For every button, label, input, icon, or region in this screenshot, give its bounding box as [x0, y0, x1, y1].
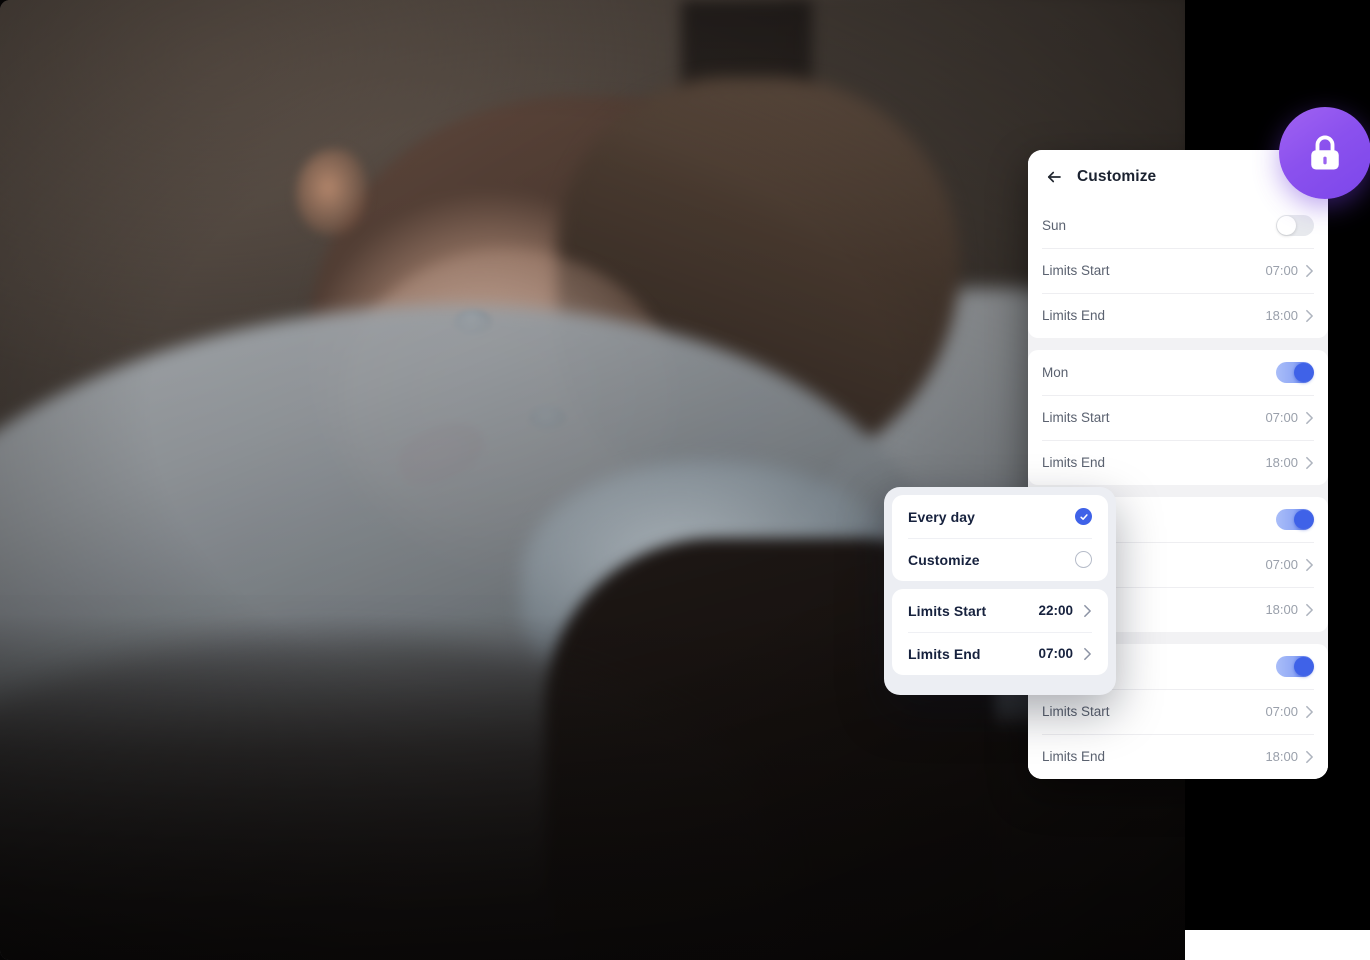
background-photo: [0, 0, 1185, 960]
back-arrow-icon[interactable]: [1045, 168, 1063, 186]
limits-end-value: 18:00: [1265, 455, 1298, 470]
limits-start-label: Limits Start: [1042, 704, 1110, 719]
chevron-right-icon: [1083, 604, 1092, 618]
chevron-right-icon: [1305, 558, 1314, 572]
option-customize-label: Customize: [908, 551, 980, 568]
day-label: Mon: [1042, 365, 1069, 380]
limits-end-label: Limits End: [1042, 455, 1106, 470]
chevron-right-icon: [1305, 456, 1314, 470]
day-toggle-row[interactable]: Sun: [1028, 203, 1328, 248]
limits-start-right: 07:00: [1265, 410, 1314, 425]
chevron-right-icon: [1305, 264, 1314, 278]
day-toggle-switch[interactable]: [1276, 215, 1314, 236]
limits-end-right: 18:00: [1265, 308, 1314, 323]
chevron-right-icon: [1305, 705, 1314, 719]
screenshot-stage: Customize Sun Limits Start 07:00 Limits …: [0, 0, 1370, 960]
chevron-right-icon: [1083, 647, 1092, 661]
day-group-mon: Mon Limits Start 07:00 Limits End 18:00: [1028, 350, 1328, 485]
day-label: Sun: [1042, 218, 1067, 233]
limits-end-value: 18:00: [1265, 308, 1298, 323]
limits-end-label: Limits End: [1042, 749, 1106, 764]
popup-limits-end-label: Limits End: [908, 645, 981, 662]
popup-limits-end-right: 07:00: [1038, 646, 1092, 661]
chevron-right-icon: [1305, 411, 1314, 425]
chevron-right-icon: [1305, 603, 1314, 617]
limits-end-row[interactable]: Limits End 18:00: [1028, 293, 1328, 338]
chevron-right-icon: [1305, 750, 1314, 764]
limits-start-label: Limits Start: [1042, 263, 1110, 278]
popup-limits-end-row[interactable]: Limits End 07:00: [892, 632, 1108, 675]
option-every-day-label: Every day: [908, 508, 976, 525]
toggle-knob: [1277, 216, 1296, 235]
radio-selected-icon[interactable]: [1075, 508, 1092, 525]
photo-inner: [0, 0, 1185, 960]
limits-end-right: 18:00: [1265, 749, 1314, 764]
day-toggle-switch[interactable]: [1276, 362, 1314, 383]
popup-limits-end-value: 07:00: [1038, 646, 1073, 661]
limits-start-row[interactable]: Limits Start 07:00: [1028, 395, 1328, 440]
toggle-knob: [1294, 363, 1313, 382]
schedule-mode-popup: Every day Customize Limits Start 22:00 L…: [884, 487, 1116, 695]
page-title: Customize: [1077, 167, 1157, 185]
option-every-day-row[interactable]: Every day: [892, 495, 1108, 538]
limits-start-row[interactable]: Limits Start 07:00: [1028, 248, 1328, 293]
toggle-knob: [1294, 657, 1313, 676]
popup-limits-card: Limits Start 22:00 Limits End 07:00: [892, 589, 1108, 675]
lock-icon: [1303, 131, 1347, 175]
radio-unselected-icon[interactable]: [1075, 551, 1092, 568]
limits-end-right: 18:00: [1265, 455, 1314, 470]
limits-end-right: 18:00: [1265, 602, 1314, 617]
limits-start-value: 07:00: [1265, 704, 1298, 719]
limits-start-right: 07:00: [1265, 263, 1314, 278]
photo-tint: [0, 0, 1185, 960]
popup-limits-start-row[interactable]: Limits Start 22:00: [892, 589, 1108, 632]
lock-badge: [1279, 107, 1370, 199]
popup-limits-start-right: 22:00: [1038, 603, 1092, 618]
limits-start-right: 07:00: [1265, 704, 1314, 719]
mode-options-card: Every day Customize: [892, 495, 1108, 581]
day-toggle-switch[interactable]: [1276, 509, 1314, 530]
toggle-knob: [1294, 510, 1313, 529]
day-toggle-switch[interactable]: [1276, 656, 1314, 677]
chevron-right-icon: [1305, 309, 1314, 323]
day-toggle-row[interactable]: Mon: [1028, 350, 1328, 395]
limits-start-row[interactable]: Limits Start 07:00: [1028, 689, 1328, 734]
limits-end-label: Limits End: [1042, 308, 1106, 323]
option-customize-row[interactable]: Customize: [892, 538, 1108, 581]
day-group-sun: Sun Limits Start 07:00 Limits End 18:00: [1028, 203, 1328, 338]
limits-end-value: 18:00: [1265, 602, 1298, 617]
limits-end-row[interactable]: Limits End 18:00: [1028, 734, 1328, 779]
popup-limits-start-value: 22:00: [1038, 603, 1073, 618]
limits-start-label: Limits Start: [1042, 410, 1110, 425]
limits-start-right: 07:00: [1265, 557, 1314, 572]
limits-start-value: 07:00: [1265, 263, 1298, 278]
popup-limits-start-label: Limits Start: [908, 602, 987, 619]
limits-end-value: 18:00: [1265, 749, 1298, 764]
limits-start-value: 07:00: [1265, 557, 1298, 572]
limits-end-row[interactable]: Limits End 18:00: [1028, 440, 1328, 485]
limits-start-value: 07:00: [1265, 410, 1298, 425]
